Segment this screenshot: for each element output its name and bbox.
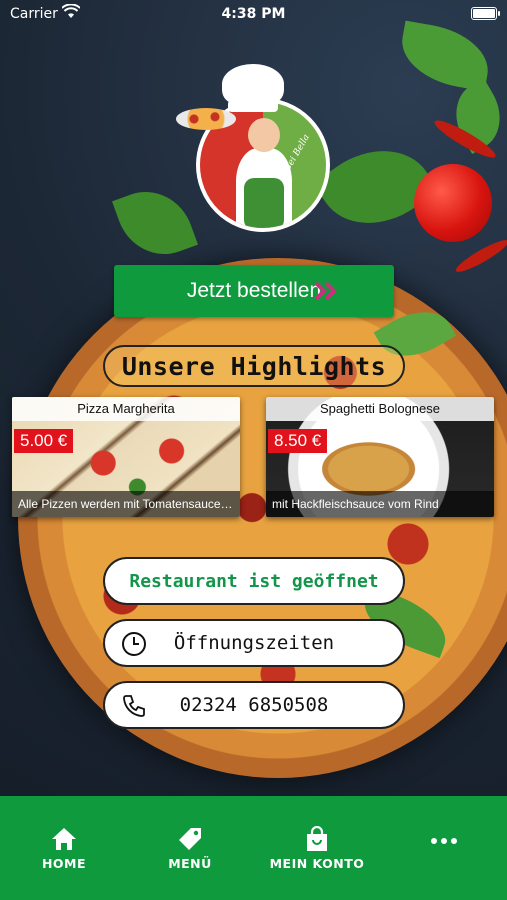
clock: 4:38 PM <box>221 6 286 22</box>
double-chevron-right-icon <box>314 281 337 301</box>
opening-hours-label: Öffnungszeiten <box>173 632 335 654</box>
pizza-tray-icon <box>176 108 236 130</box>
chili-decoration <box>453 235 507 277</box>
price-tag-icon <box>179 828 201 850</box>
highlight-card-description: mit Hackfleischsauce vom Rind <box>266 491 494 517</box>
app-screen: Carrier 4:38 PM Bei Bella Jetzt bestelle… <box>0 0 507 900</box>
highlight-card-title: Spaghetti Bolognese <box>266 397 494 421</box>
chef-face <box>248 118 280 152</box>
order-now-button[interactable]: Jetzt bestellen <box>114 265 394 317</box>
basil-leaf-decoration <box>112 178 198 268</box>
shopping-bag-icon <box>307 826 327 851</box>
home-icon <box>52 828 76 850</box>
highlight-card-spaghetti-bolognese[interactable]: Spaghetti Bolognese 8.50 € mit Hackfleis… <box>266 397 494 517</box>
opening-hours-button[interactable]: Öffnungszeiten <box>103 619 405 667</box>
tab-menu[interactable]: MENÜ <box>140 826 240 876</box>
more-dots-icon <box>431 838 457 844</box>
tab-more[interactable] <box>394 836 494 886</box>
logo-script-text: Bei Bella <box>283 132 313 174</box>
tab-my-account-label: MEIN KONTO <box>269 856 365 871</box>
phone-call-button[interactable]: 02324 6850508 <box>103 681 405 729</box>
highlight-card-pizza-margherita[interactable]: Pizza Margherita 5.00 € Alle Pizzen werd… <box>12 397 240 517</box>
open-status-label: Restaurant ist geöffnet <box>129 570 379 592</box>
restaurant-open-status: Restaurant ist geöffnet <box>103 557 405 605</box>
highlights-heading: Unsere Highlights <box>103 345 405 387</box>
status-bar: Carrier 4:38 PM <box>0 0 507 28</box>
order-now-label: Jetzt bestellen <box>186 279 322 302</box>
highlight-card-title: Pizza Margherita <box>12 397 240 421</box>
chef-apron <box>244 178 284 228</box>
tab-home-label: HOME <box>41 856 87 871</box>
highlight-card-description: Alle Pizzen werden mit Tomatensauce u... <box>12 491 240 517</box>
phone-icon <box>123 695 145 717</box>
clock-icon <box>122 632 146 656</box>
tab-home[interactable]: HOME <box>14 826 114 876</box>
phone-number: 02324 6850508 <box>179 694 329 716</box>
tomato-decoration <box>414 164 492 242</box>
tab-menu-label: MENÜ <box>168 856 212 871</box>
battery-icon <box>471 7 500 20</box>
bottom-tab-bar: HOME MENÜ MEIN KONTO <box>0 796 507 900</box>
highlight-card-price: 8.50 € <box>268 429 328 453</box>
highlight-card-price: 5.00 € <box>14 429 74 453</box>
tab-my-account[interactable]: MEIN KONTO <box>267 826 367 876</box>
chef-hat-icon <box>222 64 284 112</box>
